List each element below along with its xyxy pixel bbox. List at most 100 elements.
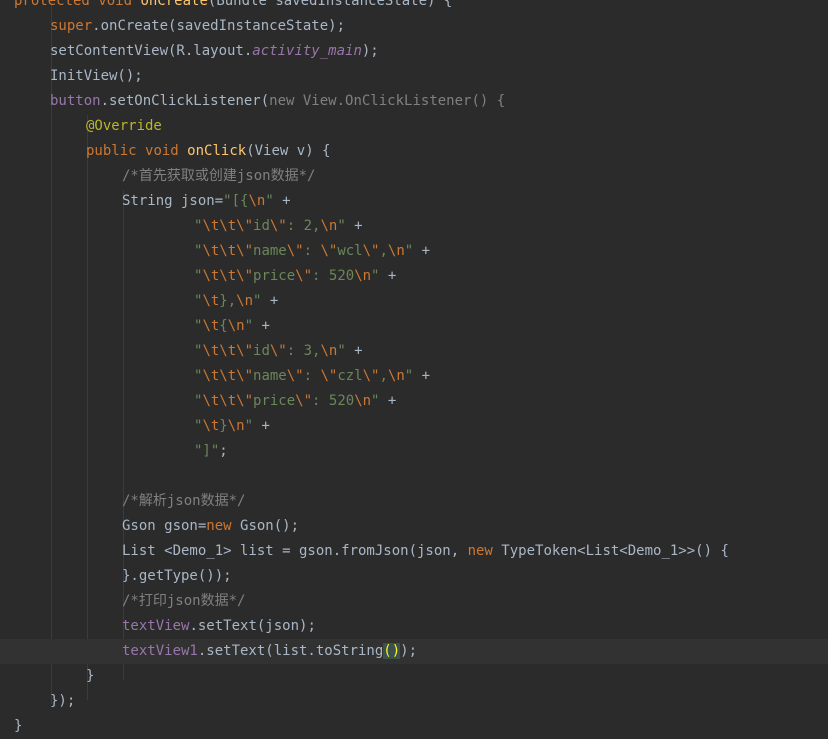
code-token: .setText(json); — [189, 618, 316, 634]
code-line[interactable]: InitView(); — [0, 64, 828, 89]
code-token: \n — [387, 243, 405, 259]
code-token: (View v) { — [246, 143, 331, 159]
code-token: \" — [286, 243, 304, 259]
code-token: + — [379, 393, 397, 409]
code-token: button — [50, 93, 101, 109]
code-token: + — [413, 243, 431, 259]
code-token: \n — [320, 218, 338, 234]
code-token: , — [379, 368, 388, 384]
code-line[interactable]: "\t}\n" + — [0, 414, 828, 439]
code-line[interactable]: }.getType()); — [0, 564, 828, 589]
code-token: } — [219, 418, 228, 434]
code-token: " — [404, 243, 414, 259]
code-token: \n — [227, 418, 245, 434]
code-token: name — [253, 368, 287, 384]
code-token: .setText(list.toString — [197, 643, 384, 659]
code-line[interactable]: } — [0, 664, 828, 689]
code-token: \" — [320, 243, 338, 259]
code-token: \" — [269, 343, 287, 359]
code-line[interactable]: List <Demo_1> list = gson.fromJson(json,… — [0, 539, 828, 564]
code-token: \" — [362, 368, 380, 384]
code-token: setContentView(R.layout. — [50, 43, 253, 59]
code-editor[interactable]: protected void onCreate(Bundle savedInst… — [0, 0, 828, 734]
code-token: id — [253, 343, 270, 359]
code-line[interactable]: "\t\t\"id\": 3,\n" + — [0, 339, 828, 364]
code-token: ; — [219, 443, 228, 459]
code-token: + — [379, 268, 397, 284]
code-token: " — [244, 318, 254, 334]
code-token: name — [253, 243, 287, 259]
code-token: \n — [320, 343, 338, 359]
code-line[interactable]: super.onCreate(savedInstanceState); — [0, 14, 828, 39]
code-token: \t\t\" — [202, 343, 254, 359]
code-token: InitView(); — [50, 68, 143, 84]
code-token: \" — [362, 243, 380, 259]
code-token: super — [50, 18, 93, 34]
code-token: \n — [387, 368, 405, 384]
code-token: } — [86, 668, 95, 684]
code-token: new — [467, 543, 493, 559]
code-token: \t — [202, 418, 220, 434]
code-token: " — [404, 368, 414, 384]
code-line[interactable]: "\t\t\"price\": 520\n" + — [0, 389, 828, 414]
code-token: View.OnClickListener() { — [294, 93, 506, 109]
code-line[interactable]: }); — [0, 689, 828, 714]
code-token: \n — [227, 318, 245, 334]
code-token: /*打印json数据*/ — [122, 593, 246, 609]
code-line[interactable]: textView1.setText(list.toString()); — [0, 639, 828, 664]
code-line[interactable]: "\t},\n" + — [0, 289, 828, 314]
code-token: { — [219, 318, 228, 334]
code-token: : — [303, 368, 321, 384]
code-token: \t\t\" — [202, 368, 254, 384]
code-token: @Override — [86, 118, 162, 134]
code-token: String json= — [122, 193, 224, 209]
code-token: () — [383, 643, 401, 659]
code-token: onCreate — [140, 0, 208, 9]
code-line[interactable]: "\t\t\"name\": \"wcl\",\n" + — [0, 239, 828, 264]
code-token: " — [337, 343, 346, 359]
code-token: public — [86, 143, 137, 159]
code-line[interactable]: button.setOnClickListener(new View.OnCli… — [0, 89, 828, 114]
code-token: Gson(); — [231, 518, 300, 534]
code-token: " — [265, 193, 274, 209]
code-line[interactable]: "\t\t\"price\": 520\n" + — [0, 264, 828, 289]
code-token: .setOnClickListener( — [100, 93, 270, 109]
code-line[interactable]: Gson gson=new Gson(); — [0, 514, 828, 539]
code-line[interactable]: /*首先获取或创建json数据*/ — [0, 164, 828, 189]
code-token: activity_main — [252, 43, 362, 59]
code-token: \" — [295, 393, 313, 409]
code-line[interactable]: protected void onCreate(Bundle savedInst… — [0, 0, 828, 14]
code-token: + — [413, 368, 431, 384]
code-token: new — [269, 93, 295, 109]
code-token: "[{ — [223, 193, 249, 209]
code-token: \n — [236, 293, 254, 309]
code-line[interactable]: /*解析json数据*/ — [0, 489, 828, 514]
code-token: + — [253, 418, 270, 434]
code-token: : — [303, 243, 321, 259]
code-line[interactable]: "\t\t\"id\": 2,\n" + — [0, 214, 828, 239]
code-line[interactable]: "]"; — [0, 439, 828, 464]
code-token: \t — [202, 318, 220, 334]
code-token: new — [206, 518, 232, 534]
code-token: \t\t\" — [202, 218, 254, 234]
code-line[interactable]: setContentView(R.layout.activity_main); — [0, 39, 828, 64]
code-line[interactable]: textView.setText(json); — [0, 614, 828, 639]
code-token: : 520 — [312, 268, 355, 284]
code-token: ); — [361, 43, 379, 59]
code-token: wcl — [337, 243, 363, 259]
code-line[interactable]: "\t{\n" + — [0, 314, 828, 339]
code-line[interactable]: } — [0, 714, 828, 739]
code-token: textView1 — [122, 643, 198, 659]
code-token: \n — [248, 193, 266, 209]
code-token: \t\t\" — [202, 268, 254, 284]
code-token: \n — [354, 393, 372, 409]
code-line[interactable]: /*打印json数据*/ — [0, 589, 828, 614]
code-line[interactable]: public void onClick(View v) { — [0, 139, 828, 164]
code-token: /*首先获取或创建json数据*/ — [122, 168, 316, 184]
code-line[interactable]: "\t\t\"name\": \"czl\",\n" + — [0, 364, 828, 389]
code-line[interactable]: @Override — [0, 114, 828, 139]
code-line[interactable] — [0, 464, 828, 489]
code-line[interactable]: String json="[{\n" + — [0, 189, 828, 214]
code-token: : 2, — [286, 218, 321, 234]
